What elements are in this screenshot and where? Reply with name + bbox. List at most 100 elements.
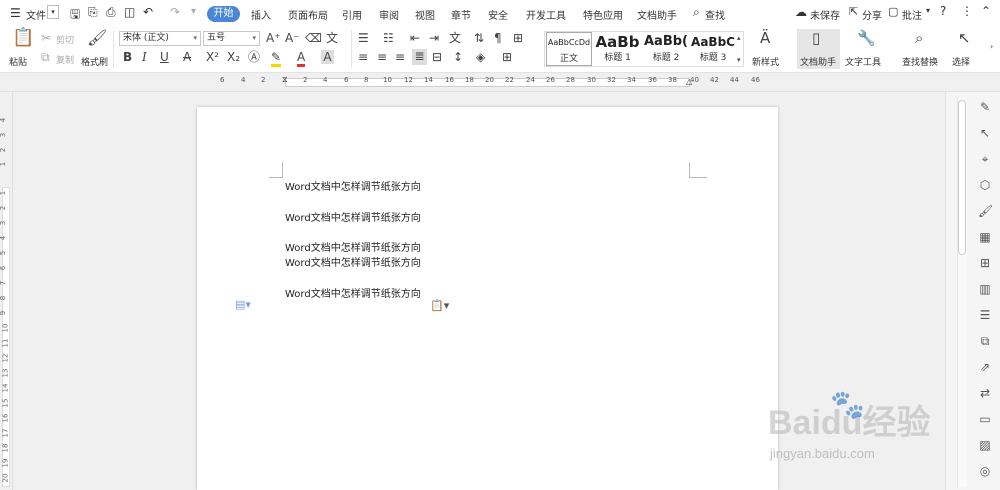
tab-review[interactable]: 审阅	[379, 7, 399, 22]
save-icon[interactable]: 🖫	[70, 5, 80, 26]
text-effect-icon[interactable]: Ⓐ	[248, 50, 260, 64]
align-left-icon[interactable]: ≡	[358, 50, 368, 64]
char-shading-icon[interactable]: A	[321, 50, 334, 64]
copy-button[interactable]: 复制	[56, 53, 74, 66]
doc-assistant-icon[interactable]: ▯	[812, 31, 820, 46]
sort-icon[interactable]: ⇅	[474, 31, 484, 45]
pointer-icon[interactable]: ↖	[978, 126, 992, 140]
indent-marker-icon[interactable]: ⧖	[282, 75, 288, 85]
underline-icon[interactable]: U	[160, 50, 169, 64]
border-icon[interactable]: ⊞	[502, 50, 512, 64]
print-preview-icon[interactable]: ◫	[124, 5, 135, 19]
more-icon[interactable]: ⋮	[961, 4, 973, 18]
align-center-icon[interactable]: ≡	[377, 50, 387, 64]
compass-icon[interactable]: ◎	[978, 464, 992, 478]
document-page[interactable]: Word文档中怎样调节纸张方向 Word文档中怎样调节纸张方向 Word文档中怎…	[197, 107, 778, 490]
apps-grid-icon[interactable]: ⊞	[978, 256, 992, 270]
horizontal-ruler[interactable]: ⧖ △	[0, 73, 1000, 92]
print-icon[interactable]: ⎙	[106, 5, 116, 20]
grow-font-icon[interactable]: A⁺	[266, 31, 281, 45]
tab-view[interactable]: 视图	[415, 7, 435, 22]
edit-pen-icon[interactable]: ✎	[978, 100, 992, 114]
tab-developer[interactable]: 开发工具	[526, 7, 566, 22]
tab-doc-assistant[interactable]: 文档助手	[637, 7, 677, 22]
increase-indent-icon[interactable]: ⇥	[429, 31, 439, 45]
find-icon[interactable]: ⌕	[915, 31, 923, 46]
tab-special[interactable]: 特色应用	[583, 7, 623, 22]
unsaved-status[interactable]: 未保存	[810, 7, 840, 22]
table-icon[interactable]: ▦	[978, 230, 992, 244]
chinese-layout-icon[interactable]: 文	[449, 31, 461, 45]
decrease-indent-icon[interactable]: ⇤	[410, 31, 420, 45]
tab-references[interactable]: 引用	[342, 7, 362, 22]
image-search-icon[interactable]: ⧉	[978, 334, 992, 348]
location-icon[interactable]: ⌖	[978, 152, 992, 166]
settings-sliders-icon[interactable]: ☰	[978, 308, 992, 322]
strikethrough-icon[interactable]: A	[183, 50, 191, 64]
document-paragraph[interactable]: Word文档中怎样调节纸张方向	[285, 178, 421, 193]
line-spacing-icon[interactable]: ↕	[453, 50, 463, 64]
new-style-button[interactable]: 新样式	[752, 55, 779, 68]
collapse-icon[interactable]: ⌃	[981, 4, 991, 18]
picture-icon[interactable]: ▨	[978, 438, 992, 452]
tab-page-layout[interactable]: 页面布局	[288, 7, 328, 22]
style-scroll-up-icon[interactable]: ▴	[737, 31, 741, 45]
export-icon[interactable]: ⇗	[978, 360, 992, 374]
search-label[interactable]: 查找	[705, 7, 725, 22]
show-marks-icon[interactable]: ¶	[494, 31, 502, 45]
shading-icon[interactable]: ◈	[476, 50, 485, 64]
highlight-icon[interactable]: ✎	[271, 50, 282, 67]
pinyin-icon[interactable]: 文	[326, 31, 338, 45]
table-tools-icon[interactable]: ⊞	[513, 31, 523, 45]
shapes-icon[interactable]: ⬡	[978, 178, 992, 192]
align-right-icon[interactable]: ≡	[395, 50, 405, 64]
document-paragraph[interactable]: Word文档中怎样调节纸张方向	[285, 209, 421, 224]
style-heading1[interactable]: AaBb 标题 1	[594, 32, 641, 64]
tab-home[interactable]: 开始	[207, 6, 240, 22]
paste-button[interactable]: 粘贴	[9, 55, 27, 68]
text-tools-button[interactable]: 文字工具	[845, 55, 881, 68]
tab-insert[interactable]: 插入	[251, 7, 271, 22]
format-painter-icon[interactable]: 🖌	[87, 30, 107, 46]
document-paragraph[interactable]: Word文档中怎样调节纸张方向	[285, 254, 421, 269]
select-button[interactable]: 选择	[952, 55, 970, 68]
new-style-icon[interactable]: Ä	[760, 31, 770, 46]
numbered-list-icon[interactable]: ☷	[383, 31, 394, 45]
scrollbar-thumb[interactable]	[958, 100, 966, 255]
file-dropdown-icon[interactable]: ▾	[47, 5, 59, 19]
translate-icon[interactable]: ⇄	[978, 386, 992, 400]
bullet-list-icon[interactable]: ☰	[358, 31, 369, 45]
doc-assistant-button[interactable]: 文档助手	[800, 55, 836, 68]
tab-chapter[interactable]: 章节	[451, 7, 471, 22]
find-replace-button[interactable]: 查找替换	[902, 55, 938, 68]
subscript-icon[interactable]: X₂	[227, 50, 240, 64]
paste-options-icon[interactable]: 📋▾	[430, 299, 449, 312]
redo-icon[interactable]: ↷	[170, 5, 180, 19]
wrench-icon[interactable]: 🔧	[857, 31, 876, 46]
paste-icon[interactable]: 📋	[12, 29, 34, 47]
chart-icon[interactable]: ▥	[978, 282, 992, 296]
font-color-icon[interactable]: A	[297, 50, 306, 67]
customize-dropdown-icon[interactable]: ▾	[191, 6, 196, 17]
export-pdf-icon[interactable]: ⎘	[88, 5, 98, 20]
superscript-icon[interactable]: X²	[206, 50, 219, 64]
select-cursor-icon[interactable]: ↖	[958, 31, 971, 46]
paragraph-tag-icon[interactable]: ▤▾	[235, 298, 251, 311]
style-more-icon[interactable]: ▾	[737, 53, 741, 67]
search-icon[interactable]: ⌕	[693, 5, 700, 20]
brush-icon[interactable]: 🖌	[978, 204, 993, 218]
clear-format-icon[interactable]: ⌫	[305, 31, 322, 45]
style-heading3[interactable]: AaBbC 标题 3	[690, 32, 736, 64]
distributed-icon[interactable]: ⊟	[432, 50, 442, 64]
cut-icon[interactable]: ✂	[41, 31, 51, 45]
tab-security[interactable]: 安全	[488, 7, 508, 22]
bold-icon[interactable]: B	[123, 50, 132, 64]
format-painter-button[interactable]: 格式刷	[81, 55, 108, 68]
justify-icon[interactable]: ≣	[412, 49, 427, 65]
hamburger-menu-icon[interactable]: ☰	[10, 6, 21, 20]
undo-icon[interactable]: ↶	[143, 5, 153, 19]
comment-dropdown-icon[interactable]: ▾	[926, 6, 930, 15]
comment-button[interactable]: 批注	[902, 7, 922, 22]
shrink-font-icon[interactable]: A⁻	[285, 31, 300, 45]
italic-icon[interactable]: I	[142, 50, 147, 64]
